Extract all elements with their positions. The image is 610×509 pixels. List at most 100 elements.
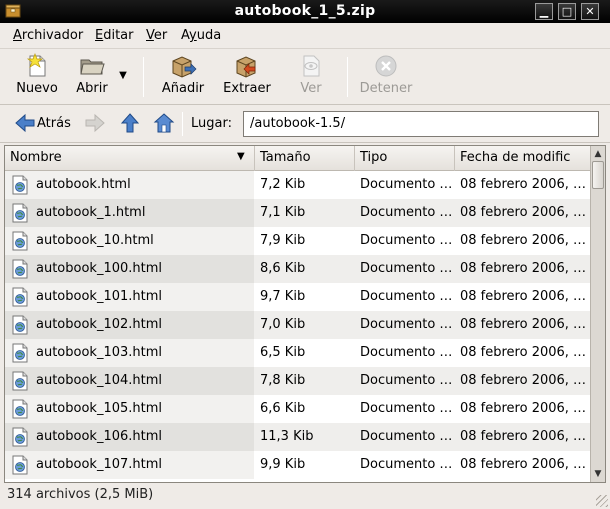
file-date: 08 febrero 2006, … — [460, 429, 587, 444]
column-header-type[interactable]: Tipo — [355, 146, 455, 171]
html-file-icon — [11, 371, 29, 395]
file-size: 7,0 Kib — [260, 317, 306, 332]
table-row[interactable]: autobook_107.html 9,9 Kib Documento … 08 fe… — [5, 451, 590, 479]
file-name: autobook_100.html — [36, 261, 163, 276]
column-type-label: Tipo — [360, 150, 388, 165]
scroll-up-icon[interactable]: ▲ — [592, 147, 604, 161]
add-button[interactable]: Añadir — [157, 53, 209, 96]
location-label: Lugar: — [191, 116, 232, 131]
file-name: autobook_104.html — [36, 373, 163, 388]
file-type: Documento … — [360, 457, 453, 472]
file-list[interactable]: Nombre ▼ Tamaño Tipo Fecha de modific au… — [4, 145, 606, 483]
menu-ver[interactable]: Ver — [146, 28, 167, 43]
back-label: Atrás — [37, 116, 71, 131]
menu-ayuda[interactable]: Ayuda — [181, 28, 221, 43]
file-date: 08 febrero 2006, … — [460, 233, 587, 248]
home-icon[interactable] — [153, 112, 175, 134]
sort-descending-icon: ▼ — [237, 151, 245, 162]
new-archive-icon — [26, 53, 46, 77]
file-type: Documento … — [360, 345, 453, 360]
file-date: 08 febrero 2006, … — [460, 345, 587, 360]
folder-open-icon — [80, 59, 105, 75]
resize-grip[interactable] — [596, 495, 608, 507]
menu-bar: Archivador Editar Ver Ayuda — [0, 23, 610, 49]
add-label: Añadir — [161, 81, 205, 96]
toolbar-separator — [143, 57, 144, 97]
column-header-size[interactable]: Tamaño — [255, 146, 355, 171]
file-date: 08 febrero 2006, … — [460, 401, 587, 416]
file-date: 08 febrero 2006, … — [460, 261, 587, 276]
file-size: 7,1 Kib — [260, 205, 306, 220]
status-text: 314 archivos (2,5 MiB) — [7, 487, 154, 502]
file-type: Documento … — [360, 317, 453, 332]
file-name: autobook_102.html — [36, 317, 163, 332]
table-row[interactable]: autobook_100.html 8,6 Kib Documento … 08 fe… — [5, 255, 590, 283]
table-row[interactable]: autobook_104.html 7,8 Kib Documento … 08 fe… — [5, 367, 590, 395]
view-button[interactable]: Ver — [292, 53, 330, 96]
html-file-icon — [11, 259, 29, 283]
file-size: 7,9 Kib — [260, 233, 306, 248]
toolbar-separator — [347, 57, 348, 97]
column-header-date[interactable]: Fecha de modific — [455, 146, 590, 171]
file-name: autobook.html — [36, 177, 131, 192]
file-date: 08 febrero 2006, … — [460, 177, 587, 192]
minimize-button[interactable]: ▁ — [535, 3, 553, 20]
title-bar[interactable]: autobook_1_5.zip ▁ □ ✕ — [0, 0, 610, 23]
open-recent-dropdown[interactable]: ▼ — [116, 67, 130, 82]
table-row[interactable]: autobook_10.html 7,9 Kib Documento … 08 feb… — [5, 227, 590, 255]
file-size: 7,8 Kib — [260, 373, 306, 388]
file-size: 6,5 Kib — [260, 345, 306, 360]
table-row[interactable]: autobook_101.html 9,7 Kib Documento … 08 fe… — [5, 283, 590, 311]
table-row[interactable]: autobook_106.html 11,3 Kib Documento … 08 f… — [5, 423, 590, 451]
file-date: 08 febrero 2006, … — [460, 457, 587, 472]
extract-button[interactable]: Extraer — [220, 53, 274, 96]
column-date-label: Fecha de modific — [460, 150, 571, 165]
scroll-down-icon[interactable]: ▼ — [592, 467, 604, 481]
arrow-up-icon[interactable] — [119, 112, 141, 134]
stop-button[interactable]: Detener — [358, 53, 414, 96]
file-type: Documento … — [360, 177, 453, 192]
file-name: autobook_103.html — [36, 345, 163, 360]
chevron-down-icon: ▼ — [119, 70, 127, 81]
scrollbar-thumb[interactable] — [592, 161, 604, 189]
table-row[interactable]: autobook.html 7,2 Kib Documento … 08 febrer… — [5, 171, 590, 199]
file-name: autobook_10.html — [36, 233, 154, 248]
vertical-scrollbar[interactable]: ▲ ▼ — [590, 146, 605, 482]
file-size: 9,7 Kib — [260, 289, 306, 304]
file-size: 9,9 Kib — [260, 457, 306, 472]
table-row[interactable]: autobook_103.html 6,5 Kib Documento … 08 fe… — [5, 339, 590, 367]
minimize-icon: ▁ — [539, 5, 549, 18]
file-date: 08 febrero 2006, … — [460, 205, 587, 220]
window-title: autobook_1_5.zip — [234, 3, 376, 19]
location-input[interactable]: /autobook-1.5/ — [243, 111, 599, 137]
arrow-left-icon — [15, 113, 35, 133]
new-button[interactable]: Nuevo — [12, 53, 62, 96]
column-header-name[interactable]: Nombre ▼ — [5, 146, 255, 171]
add-to-archive-icon — [172, 56, 197, 78]
file-name: autobook_107.html — [36, 457, 163, 472]
file-type: Documento … — [360, 233, 453, 248]
file-size: 6,6 Kib — [260, 401, 306, 416]
html-file-icon — [11, 203, 29, 227]
file-type: Documento … — [360, 205, 453, 220]
extract-archive-icon — [236, 56, 256, 78]
file-type: Documento … — [360, 261, 453, 276]
file-name: autobook_1.html — [36, 205, 146, 220]
file-date: 08 febrero 2006, … — [460, 289, 587, 304]
open-button[interactable]: Abrir — [70, 53, 114, 96]
html-file-icon — [11, 287, 29, 311]
table-row[interactable]: autobook_105.html 6,6 Kib Documento … 08 fe… — [5, 395, 590, 423]
column-headers: Nombre ▼ Tamaño Tipo Fecha de modific — [5, 146, 590, 171]
open-label: Abrir — [76, 81, 108, 96]
column-name-label: Nombre — [10, 150, 62, 165]
file-size: 11,3 Kib — [260, 429, 314, 444]
html-file-icon — [11, 343, 29, 367]
table-row[interactable]: autobook_102.html 7,0 Kib Documento … 08 fe… — [5, 311, 590, 339]
maximize-button[interactable]: □ — [558, 3, 576, 20]
arrow-right-icon[interactable] — [84, 112, 106, 134]
file-type: Documento … — [360, 289, 453, 304]
table-row[interactable]: autobook_1.html 7,1 Kib Documento … 08 febr… — [5, 199, 590, 227]
menu-editar[interactable]: Editar — [95, 28, 134, 43]
menu-archivador[interactable]: Archivador — [13, 28, 83, 43]
close-button[interactable]: ✕ — [581, 3, 599, 20]
